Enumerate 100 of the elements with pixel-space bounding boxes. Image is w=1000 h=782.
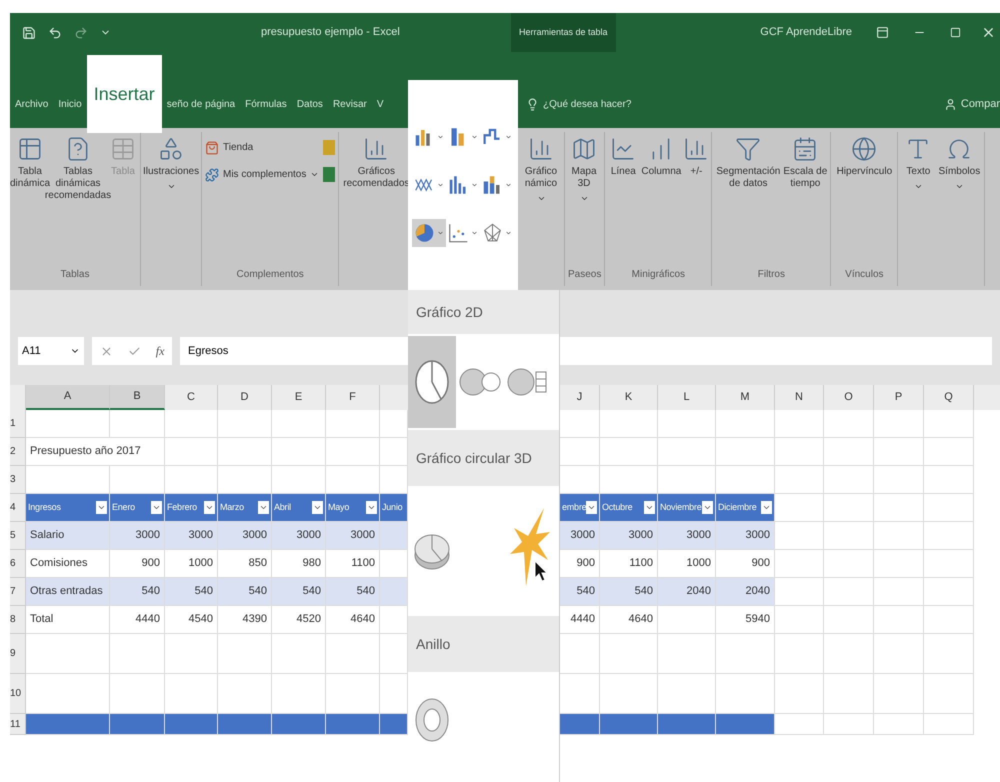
check-icon[interactable] [128,344,141,358]
ribbon-button[interactable]: Línea [608,132,638,178]
row-number[interactable]: 10 [10,674,26,714]
ribbon-button[interactable]: Escala de tiempo [783,132,828,190]
chart-type-button[interactable] [412,219,446,247]
restore-icon[interactable] [950,27,961,38]
table-cell [924,410,974,438]
row-number[interactable]: 5 [10,522,26,550]
caret-icon [367,503,376,512]
column-header[interactable]: C [165,385,218,410]
header-label: Mayo [327,500,350,514]
ribbon-button[interactable]: Segmentación de datos [715,132,782,190]
table-cell [218,438,272,466]
filter-button[interactable] [151,501,162,514]
column-header[interactable]: P [874,385,924,410]
column-header[interactable]: L [658,385,716,410]
row-number[interactable]: 4 [10,494,26,522]
close-icon[interactable] [981,25,996,40]
ribbon-tab[interactable]: seño de página [162,92,240,116]
row-number[interactable]: 1 [10,410,26,438]
row-number[interactable]: 11 [10,714,26,735]
table-cell [716,410,775,438]
ribbon-icon [571,136,597,162]
ribbon-button[interactable]: +/- [684,132,708,178]
filter-button[interactable] [312,501,323,514]
undo-icon[interactable] [48,26,62,40]
menu-section-header: Anillo [408,616,559,672]
column-header[interactable]: N [775,385,824,410]
ribbon-button[interactable]: Hipervínculo [834,132,894,178]
filter-button[interactable] [702,501,713,514]
ribbon-tab[interactable]: Revisar [328,92,372,116]
column-header[interactable]: A [26,385,110,410]
ribbon-button[interactable]: Gráfico námico [521,132,561,203]
table-cell [874,522,924,550]
caret-icon [536,194,546,203]
column-header[interactable]: F [326,385,380,410]
ribbon-button[interactable]: Símbolos [937,132,982,191]
table-cell: 540 [110,578,165,606]
row-number[interactable]: 3 [10,466,26,494]
ribbon-tab[interactable]: Datos [292,92,328,116]
header-label: Junio [381,500,402,514]
filter-button[interactable] [96,501,107,514]
ribbon-icon [792,136,818,162]
ribbon-tab[interactable]: Fórmulas [240,92,292,116]
ribbon-tab[interactable]: V [372,92,389,116]
filter-button[interactable] [258,501,269,514]
function-button[interactable]: fx [156,342,164,360]
row-number[interactable]: 2 [10,438,26,466]
table-cell: 3000 [165,522,218,550]
ribbon-tab[interactable]: Insertar [86,55,162,133]
ribbon-icon [610,136,636,162]
save-icon[interactable] [22,26,36,40]
search-field[interactable]: ¿Qué desea hacer? [543,96,653,112]
table-cell [775,578,824,606]
row-number[interactable]: 9 [10,634,26,674]
header-label: Febrero [166,500,197,514]
table-cell [824,550,874,578]
ribbon-icon [735,136,762,162]
ribbon-display-icon[interactable] [876,26,889,39]
ribbon-button[interactable]: Ilustraciones [144,132,198,191]
table-cell: 4640 [326,606,380,634]
ribbon-button[interactable]: Gráficos recomendados [342,132,410,190]
name-box[interactable]: A11 [18,337,84,365]
ribbon-button[interactable]: Columna [640,132,682,178]
ribbon-button[interactable]: Mapa 3D [568,132,600,203]
column-header[interactable]: D [218,385,272,410]
cancel-icon[interactable] [100,344,113,358]
column-header[interactable]: O [824,385,874,410]
chart-option[interactable] [408,336,456,428]
row-number[interactable]: 8 [10,606,26,634]
ribbon-button[interactable]: Mis complementos [205,167,320,182]
table-cell [716,634,775,674]
caret-icon [645,503,654,512]
row-number[interactable]: 7 [10,578,26,606]
table-cell: 540 [272,578,326,606]
ribbon-tab[interactable]: Inicio [53,92,87,116]
ribbon-button[interactable]: Tienda [205,140,320,155]
column-header[interactable]: B [110,385,165,410]
column-header[interactable]: M [716,385,775,410]
ribbon-tab[interactable]: Archivo [10,92,54,116]
share-button[interactable]: Compar [944,92,1000,116]
column-header[interactable]: K [600,385,658,410]
ribbon-button[interactable]: Texto [901,132,936,191]
filter-button[interactable] [586,501,597,514]
table-cell: 2040 [658,578,716,606]
filter-button[interactable] [366,501,377,514]
filter-button[interactable] [644,501,655,514]
ribbon-icon [110,136,136,162]
table-cell [924,438,974,466]
table-cell [775,410,824,438]
addin-icon[interactable] [323,167,336,182]
table-cell: 3000 [110,522,165,550]
row-number[interactable]: 6 [10,550,26,578]
filter-button[interactable] [761,501,772,514]
filter-button[interactable] [204,501,215,514]
window-title: presupuesto ejemplo - Excel [261,25,401,40]
column-header[interactable]: E [272,385,326,410]
table-cell: 3000 [560,522,600,550]
table-cell [775,674,824,714]
column-header[interactable]: Q [924,385,974,410]
